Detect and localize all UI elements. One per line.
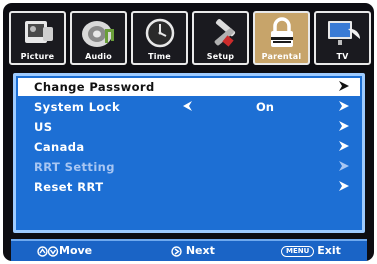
tab-label: TV (336, 52, 349, 61)
arrow-right-icon (339, 141, 349, 151)
menu-item-label: Canada (34, 140, 85, 154)
menu-item-reset-rrt[interactable]: Reset RRT (18, 178, 360, 196)
exit-hint: MENU Exit (281, 244, 341, 257)
exit-label: Exit (317, 244, 341, 257)
menu-item-label: Change Password (34, 80, 155, 94)
menu-frame: Picture Audio Time Setup Parental TV Cha… (3, 3, 374, 261)
tab-label: Picture (20, 52, 55, 61)
move-hint: Move (37, 244, 92, 257)
satellite-icon (328, 21, 361, 45)
tab-label: Parental (261, 52, 302, 61)
menu-item-label: RRT Setting (34, 160, 115, 174)
menu-item-us[interactable]: US (18, 118, 360, 136)
tab-picture[interactable]: Picture (9, 11, 66, 65)
tab-setup[interactable]: Setup (192, 11, 249, 65)
parental-menu-panel: Change Password System Lock On US Canada… (13, 73, 365, 233)
menu-item-rrt-setting: RRT Setting (18, 158, 360, 176)
arrow-right-icon (339, 121, 349, 131)
system-lock-value: On (256, 100, 274, 114)
tab-label: Audio (85, 52, 112, 61)
tab-tv[interactable]: TV (314, 11, 371, 65)
help-bar: Move Next MENU Exit (11, 239, 367, 261)
menu-item-change-password[interactable]: Change Password (18, 78, 360, 96)
tab-parental[interactable]: Parental (253, 11, 310, 65)
tools-icon (214, 19, 236, 47)
menu-item-label: System Lock (34, 100, 121, 114)
next-hint: Next (171, 244, 215, 257)
arrow-right-icon (339, 81, 349, 91)
menu-key-icon: MENU (281, 245, 315, 257)
tab-label: Setup (206, 52, 235, 61)
tab-time[interactable]: Time (131, 11, 188, 65)
tv-osd-menu: Picture Audio Time Setup Parental TV Cha… (0, 0, 377, 264)
move-label: Move (59, 244, 93, 257)
arrow-right-icon (339, 181, 349, 191)
picture-icon (25, 21, 53, 43)
up-down-keys-icon (37, 245, 59, 257)
menu-item-label: US (34, 120, 53, 134)
tab-strip: Picture Audio Time Setup Parental TV (9, 11, 371, 66)
clock-icon (145, 18, 175, 48)
next-label: Next (185, 244, 215, 257)
tab-label: Time (148, 52, 171, 61)
menu-item-system-lock[interactable]: System Lock On (18, 98, 360, 116)
arrow-right-icon (339, 161, 349, 171)
menu-item-label: Reset RRT (34, 180, 104, 194)
lock-icon (271, 17, 293, 47)
tab-audio[interactable]: Audio (70, 11, 127, 65)
arrow-left-icon[interactable] (180, 99, 194, 113)
audio-icon (82, 21, 114, 47)
ok-key-icon (171, 245, 182, 257)
menu-item-canada[interactable]: Canada (18, 138, 360, 156)
arrow-right-icon[interactable] (338, 100, 350, 112)
